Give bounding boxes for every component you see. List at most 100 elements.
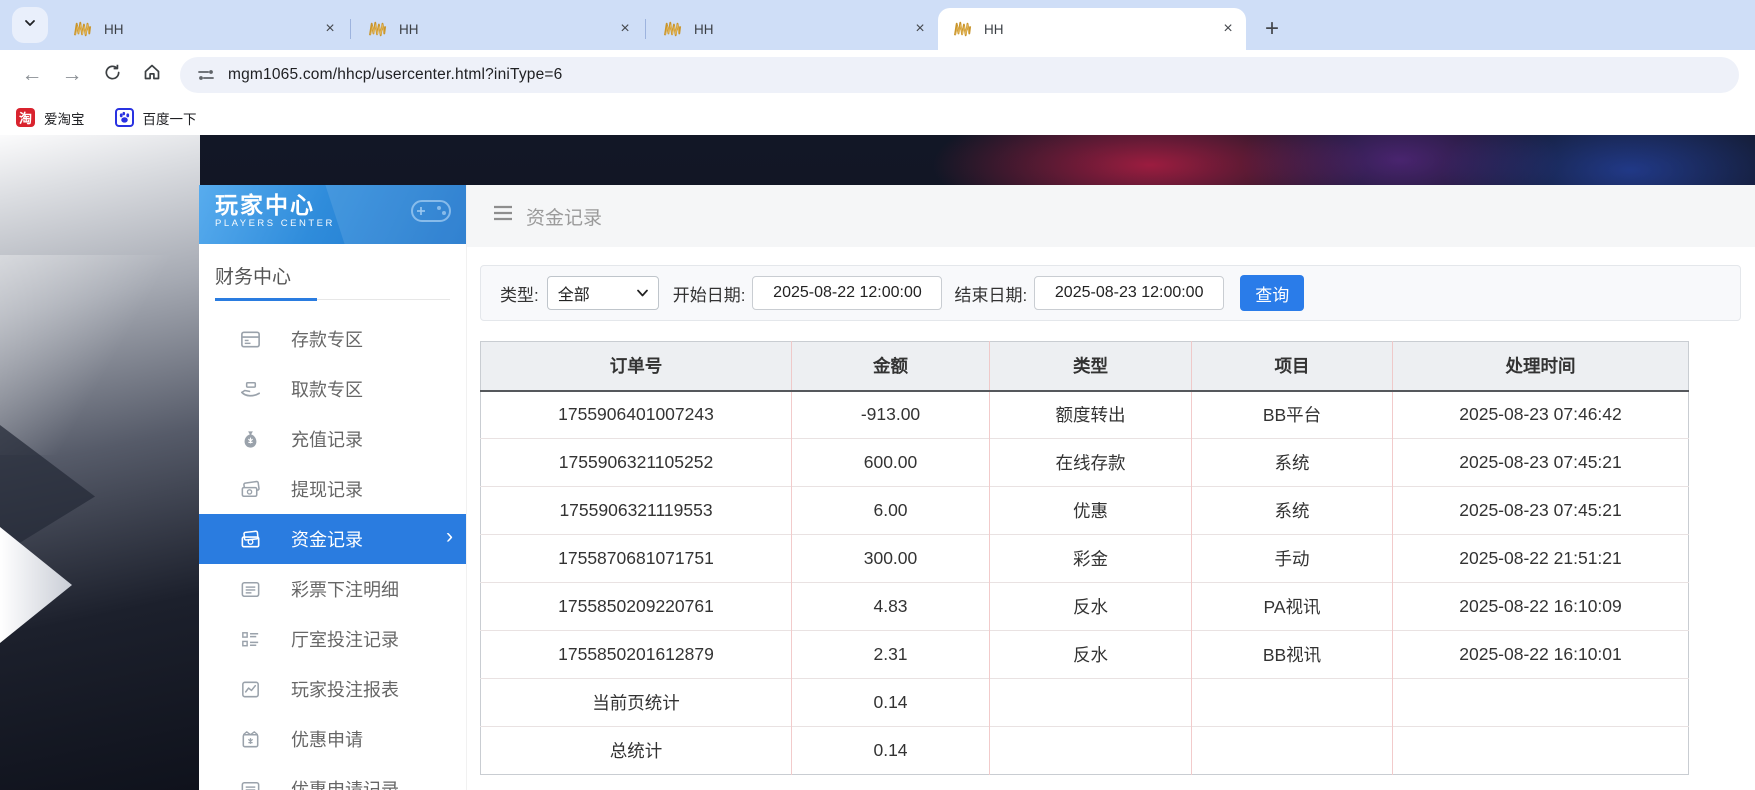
start-date-input[interactable]: 2025-08-22 12:00:00 bbox=[752, 276, 942, 310]
sidebar-item-彩票下注明细[interactable]: 彩票下注明细 bbox=[199, 564, 466, 614]
sidebar-item-厅室投注记录[interactable]: 厅室投注记录 bbox=[199, 614, 466, 664]
sidebar-item-label: 优惠申请记录 bbox=[291, 776, 399, 790]
baidu-icon bbox=[115, 108, 134, 127]
table-cell: 当前页统计 bbox=[481, 679, 792, 727]
table-header-cell: 金额 bbox=[792, 342, 990, 391]
new-tab-button[interactable]: + bbox=[1256, 13, 1288, 45]
address-bar[interactable]: mgm1065.com/hhcp/usercenter.html?iniType… bbox=[180, 57, 1739, 93]
table-cell: 2025-08-22 16:10:09 bbox=[1393, 583, 1689, 631]
home-icon bbox=[142, 62, 162, 88]
tab-title: HH bbox=[399, 22, 615, 37]
tab-title: HH bbox=[104, 22, 320, 37]
table-cell: 系统 bbox=[1192, 487, 1393, 535]
table-row: 17558502092207614.83反水PA视讯2025-08-22 16:… bbox=[481, 583, 1689, 631]
sidebar-item-资金记录[interactable]: 资金记录› bbox=[199, 514, 466, 564]
type-select[interactable]: 全部 bbox=[547, 276, 659, 310]
sidebar-item-优惠申请[interactable]: 优惠申请 bbox=[199, 714, 466, 764]
tab-search-button[interactable] bbox=[12, 7, 48, 43]
table-cell: BB视讯 bbox=[1192, 631, 1393, 679]
table-cell: 300.00 bbox=[792, 535, 990, 583]
table-cell: BB平台 bbox=[1192, 391, 1393, 439]
players-center-banner: 玩家中心 PLAYERS CENTER bbox=[199, 185, 466, 244]
bookmark-item[interactable]: 淘爱淘宝 bbox=[16, 108, 85, 128]
table-cell: 0.14 bbox=[792, 679, 990, 727]
list-icon bbox=[239, 778, 262, 790]
bookmark-label: 百度一下 bbox=[143, 108, 197, 128]
home-button[interactable] bbox=[132, 55, 172, 95]
table-cell: 600.00 bbox=[792, 439, 990, 487]
site-settings-icon[interactable] bbox=[196, 65, 216, 85]
table-cell: 6.00 bbox=[792, 487, 990, 535]
sidebar-item-label: 提现记录 bbox=[291, 476, 363, 502]
page-header: 资金记录 bbox=[467, 185, 1755, 247]
page-viewport: 玩家中心 PLAYERS CENTER 财务中心 存款专区取款专区充值记录提现记… bbox=[0, 135, 1755, 790]
tab-divider bbox=[645, 19, 646, 39]
sidebar-item-玩家投注报表[interactable]: 玩家投注报表 bbox=[199, 664, 466, 714]
bookmarks-bar: 淘爱淘宝 百度一下 bbox=[0, 100, 1755, 135]
table-cell bbox=[1192, 727, 1393, 775]
site-favicon-icon bbox=[952, 20, 974, 38]
table-cell bbox=[1393, 727, 1689, 775]
forward-button[interactable]: → bbox=[52, 55, 92, 95]
gift-icon bbox=[239, 728, 262, 751]
list-icon bbox=[239, 578, 262, 601]
browser-toolbar: ← → mgm1065.com/hhcp/usercenter.html?in bbox=[0, 50, 1755, 100]
search-button[interactable]: 查询 bbox=[1240, 275, 1304, 311]
table-cell: 优惠 bbox=[990, 487, 1192, 535]
table-cell bbox=[1192, 679, 1393, 727]
sidebar-item-label: 彩票下注明细 bbox=[291, 576, 399, 602]
table-cell: 反水 bbox=[990, 583, 1192, 631]
sidebar-item-提现记录[interactable]: 提现记录 bbox=[199, 464, 466, 514]
table-cell: 2025-08-22 16:10:01 bbox=[1393, 631, 1689, 679]
page-title: 资金记录 bbox=[526, 203, 602, 230]
bookmark-label: 爱淘宝 bbox=[44, 108, 85, 128]
table-header-cell: 类型 bbox=[990, 342, 1192, 391]
taobao-icon: 淘 bbox=[16, 108, 35, 127]
table-cell: 1755850209220761 bbox=[481, 583, 792, 631]
sidebar-item-label: 取款专区 bbox=[291, 376, 363, 402]
browser-tab[interactable]: HH× bbox=[353, 8, 643, 50]
table-row: 1755870681071751300.00彩金手动2025-08-22 21:… bbox=[481, 535, 1689, 583]
tab-close-icon[interactable]: × bbox=[320, 19, 340, 39]
browser-tab[interactable]: HH× bbox=[58, 8, 348, 50]
type-select-value: 全部 bbox=[558, 281, 590, 305]
table-cell: 反水 bbox=[990, 631, 1192, 679]
table-header-cell: 订单号 bbox=[481, 342, 792, 391]
tab-close-icon[interactable]: × bbox=[615, 19, 635, 39]
sidebar-item-优惠申请记录[interactable]: 优惠申请记录 bbox=[199, 764, 466, 790]
table-header-row: 订单号金额类型项目处理时间 bbox=[481, 342, 1689, 391]
browser-tab[interactable]: HH× bbox=[648, 8, 938, 50]
sidebar-item-存款专区[interactable]: 存款专区 bbox=[199, 314, 466, 364]
sidebar-item-label: 资金记录 bbox=[291, 526, 363, 552]
end-date-input[interactable]: 2025-08-23 12:00:00 bbox=[1034, 276, 1224, 310]
fund-records-table: 订单号金额类型项目处理时间 1755906401007243-913.00额度转… bbox=[480, 341, 1689, 775]
type-label: 类型: bbox=[500, 281, 539, 306]
table-cell: 2025-08-23 07:45:21 bbox=[1393, 487, 1689, 535]
table-row: 17558502016128792.31反水BB视讯2025-08-22 16:… bbox=[481, 631, 1689, 679]
table-cell: 2025-08-22 21:51:21 bbox=[1393, 535, 1689, 583]
back-button[interactable]: ← bbox=[12, 55, 52, 95]
table-header-cell: 处理时间 bbox=[1393, 342, 1689, 391]
cash-icon bbox=[239, 478, 262, 501]
reload-button[interactable] bbox=[92, 55, 132, 95]
sidebar-item-充值记录[interactable]: 充值记录 bbox=[199, 414, 466, 464]
url-text: mgm1065.com/hhcp/usercenter.html?iniType… bbox=[228, 66, 563, 84]
browser-tab[interactable]: HH× bbox=[938, 8, 1246, 50]
tab-close-icon[interactable]: × bbox=[1218, 19, 1238, 39]
money-bag-icon bbox=[239, 428, 262, 451]
table-cell: 2.31 bbox=[792, 631, 990, 679]
deposit-card-icon bbox=[239, 328, 262, 351]
main-panel: 资金记录 类型: 全部 开始日期: 2025-08-22 12:00:00 bbox=[467, 185, 1755, 790]
bookmark-item[interactable]: 百度一下 bbox=[115, 108, 197, 128]
table-cell: 彩金 bbox=[990, 535, 1192, 583]
table-cell: 1755906401007243 bbox=[481, 391, 792, 439]
sidebar-item-取款专区[interactable]: 取款专区 bbox=[199, 364, 466, 414]
table-cell: PA视讯 bbox=[1192, 583, 1393, 631]
hamburger-icon[interactable] bbox=[493, 205, 513, 227]
table-header-cell: 项目 bbox=[1192, 342, 1393, 391]
chevron-down-icon bbox=[22, 15, 38, 36]
table-cell bbox=[990, 679, 1192, 727]
sidebar-item-label: 玩家投注报表 bbox=[291, 676, 399, 702]
tab-close-icon[interactable]: × bbox=[910, 19, 930, 39]
table-cell: 手动 bbox=[1192, 535, 1393, 583]
